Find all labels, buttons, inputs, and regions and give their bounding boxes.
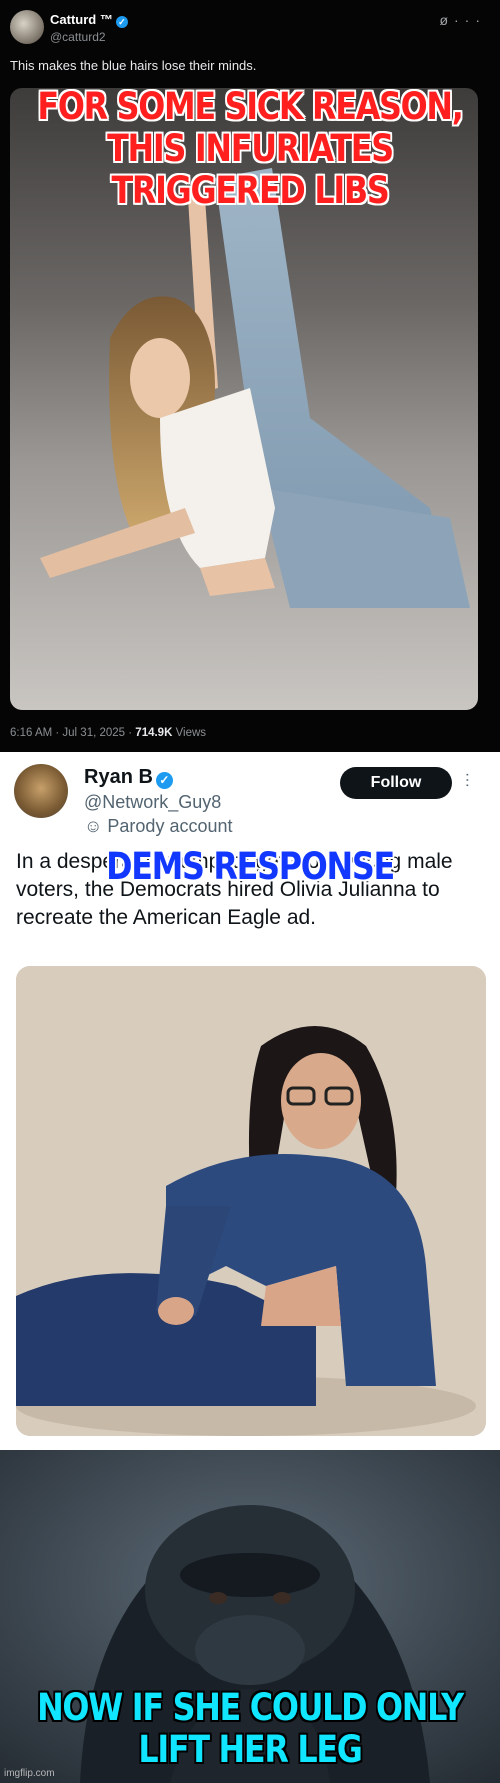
avatar[interactable] (14, 764, 68, 818)
parody-mask-icon: ☺ (84, 816, 103, 836)
tweet-meta: 6:16 AM · Jul 31, 2025 · 714.9K Views (10, 727, 206, 739)
display-name-text: Catturd ™ (50, 12, 113, 27)
grok-icon[interactable]: ø (439, 12, 454, 28)
display-name-text: Ryan B (84, 766, 153, 788)
user-handle[interactable]: @catturd2 (50, 30, 106, 44)
avatar[interactable] (10, 10, 44, 44)
display-name[interactable]: Ryan B ✓ (84, 766, 173, 789)
user-handle[interactable]: @Network_Guy8 (84, 792, 221, 813)
tweet-panel-catturd: Catturd ™ ✓ @catturd2 ø··· This makes the… (0, 0, 500, 752)
follow-button[interactable]: Follow (340, 767, 452, 799)
tweet-actions: ø··· (439, 12, 486, 28)
meme-caption-middle: DEMS RESPONSE (106, 845, 395, 888)
gorilla-panel: NOW IF SHE COULD ONLY LIFT HER LEG imgfl… (0, 1450, 500, 1783)
parody-label: ☺ Parody account (84, 816, 232, 837)
photo-woman-denim (16, 966, 486, 1436)
views-label: Views (172, 727, 207, 739)
more-icon[interactable]: ··· (458, 772, 476, 788)
parody-label-text: Parody account (107, 816, 233, 836)
tweet-text: This makes the blue hairs lose their min… (10, 58, 257, 73)
verified-badge-icon: ✓ (115, 16, 128, 28)
tweet-panel-ryanb: Ryan B ✓ @Network_Guy8 ☺ Parody account F… (0, 752, 500, 1450)
tweet-timestamp[interactable]: 6:16 AM · Jul 31, 2025 · (10, 727, 135, 739)
more-icon[interactable]: ··· (454, 12, 486, 28)
meme-caption-bottom: NOW IF SHE COULD ONLY LIFT HER LEG (37, 1686, 464, 1771)
watermark: imgflip.com (4, 1768, 55, 1779)
tweet-photo[interactable] (16, 966, 486, 1436)
meme-caption-top: FOR SOME SICK REASON, THIS INFURIATES TR… (37, 85, 463, 212)
display-name[interactable]: Catturd ™ ✓ (50, 12, 128, 28)
view-count: 714.9K (135, 727, 173, 739)
verified-badge-icon: ✓ (155, 772, 173, 789)
